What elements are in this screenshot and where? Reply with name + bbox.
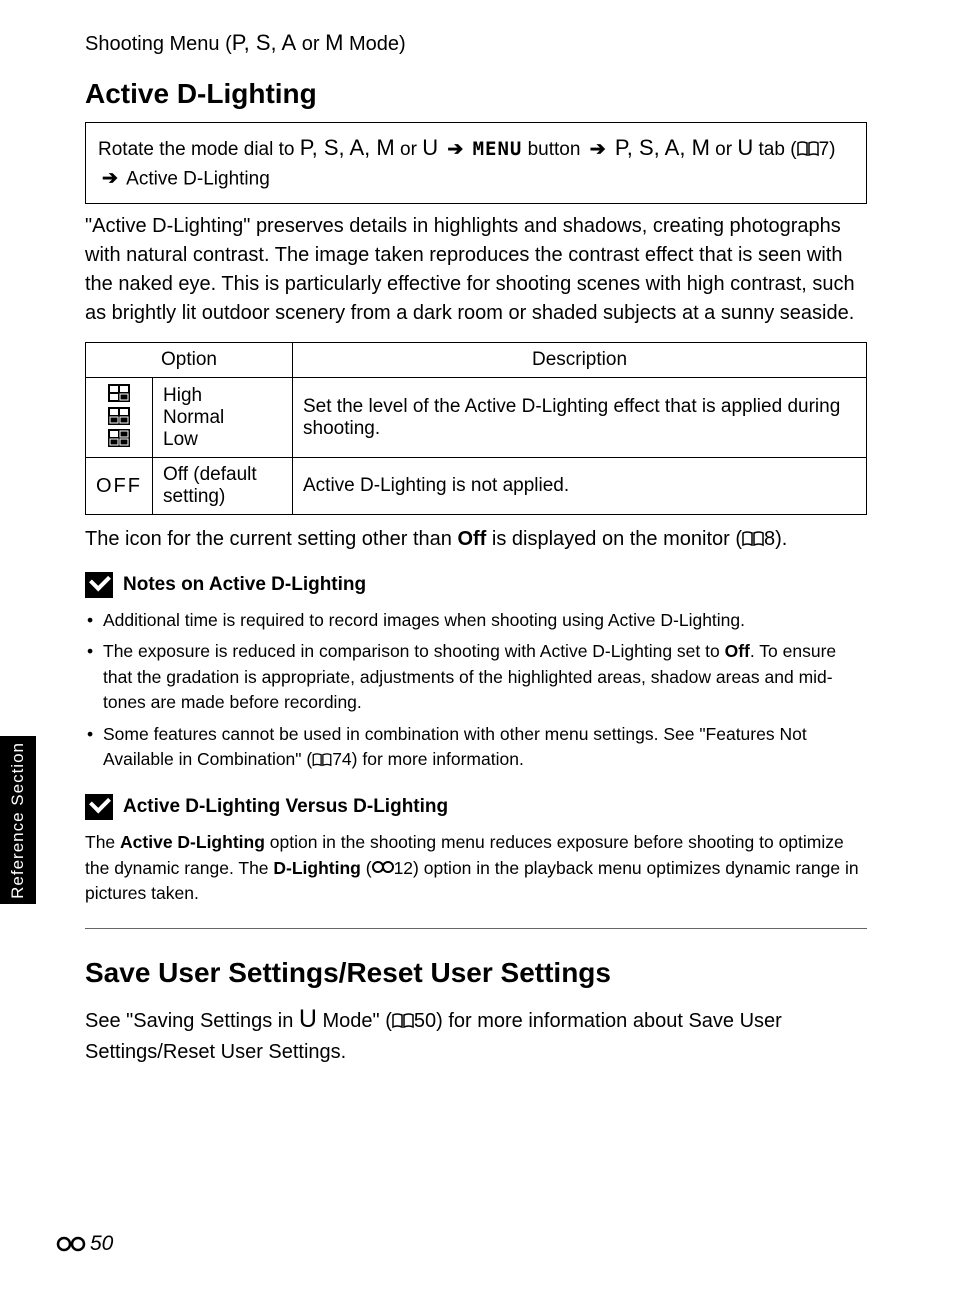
check-icon [85,572,113,598]
check-icon [85,794,113,820]
notes-adl-block: Notes on Active D-Lighting Additional ti… [85,572,867,772]
opt-off: Off (default setting) [153,458,293,515]
arrow-icon: ➔ [590,136,606,165]
notes-versus-title: Active D-Lighting Versus D-Lighting [123,796,448,818]
opt-high: High [163,385,202,406]
adl-low-icon [108,429,130,447]
adl-high-icon: + [108,384,130,402]
book-icon [797,141,819,157]
link-icon [372,860,394,874]
option-levels: High Normal Low [153,378,293,458]
notes-versus-block: Active D-Lighting Versus D-Lighting The … [85,794,867,906]
book-icon [392,1013,414,1029]
list-item: The exposure is reduced in comparison to… [85,639,867,715]
vp-b1: Active D-Lighting [120,832,265,852]
nav-mode-u2: U [737,135,753,160]
vp-b2: D-Lighting [273,858,360,878]
table-row: + High Normal Low Set the level of the A… [86,378,867,458]
nav-path-box: Rotate the mode dial to P, S, A, M or U … [85,122,867,204]
side-tab-label: Reference Section [8,742,28,899]
adl-normal-icon [108,407,130,425]
us-u: U [299,1005,317,1033]
header-mode-m: M [325,30,343,55]
li2-pre: The exposure is reduced in comparison to… [103,641,725,661]
us-t1: See "Saving Settings in [85,1010,299,1032]
user-settings-body: See "Saving Settings in U Mode" (50) for… [85,1001,867,1066]
foot-bold: Off [457,528,486,550]
vp-t1: The [85,832,120,852]
nav-button-word: button [522,139,580,160]
table-head-option: Option [86,343,293,378]
desc-levels: Set the level of the Active D-Lighting e… [293,378,867,458]
notes-adl-title: Notes on Active D-Lighting [123,574,366,596]
link-icon [56,1235,86,1253]
desc-off: Active D-Lighting is not applied. [293,458,867,515]
svg-text:+: + [128,384,130,392]
nav-tab-word: tab ( [753,139,796,160]
table-head-desc: Description [293,343,867,378]
foot-page: 8). [764,528,787,550]
adl-level-icons: + [86,378,153,458]
header-suffix: Mode) [343,33,405,55]
vp-t3: ( [361,858,372,878]
arrow-icon: ➔ [447,136,463,165]
off-icon-label: OFF [86,458,153,515]
section-divider [85,928,867,929]
intro-paragraph: "Active D-Lighting" preserves details in… [85,212,867,328]
nav-line2: Active D-Lighting [122,168,270,189]
li3-page: 74) for more information. [332,749,524,769]
nav-modes1: P, S, A, M [300,135,395,160]
opt-normal: Normal [163,407,224,428]
table-row: OFF Off (default setting) Active D-Light… [86,458,867,515]
page-number-text: 50 [90,1232,113,1256]
options-table: Option Description + High Normal Low Set… [85,342,867,515]
notes-adl-list: Additional time is required to record im… [85,608,867,772]
notes-versus-para: The Active D-Lighting option in the shoo… [85,830,867,906]
us-t2: Mode" ( [317,1010,392,1032]
li2-bold: Off [725,641,750,661]
list-item: Additional time is required to record im… [85,608,867,633]
side-tab-reference: Reference Section [0,736,36,904]
nav-or2: or [710,139,737,160]
foot-pre: The icon for the current setting other t… [85,528,457,550]
menu-keyword: MENU [473,138,523,160]
list-item: Some features cannot be used in combinat… [85,722,867,773]
nav-mode-u: U [422,135,438,160]
running-header: Shooting Menu (P, S, A or M Mode) [85,30,867,56]
nav-or1: or [395,139,422,160]
nav-modes2: P, S, A, M [615,135,710,160]
opt-low: Low [163,429,198,450]
nav-text: Rotate the mode dial to [98,139,300,160]
book-icon [312,753,332,767]
section-title-user-settings: Save User Settings/Reset User Settings [85,957,867,989]
section-title-adl: Active D-Lighting [85,78,867,110]
page-content: Shooting Menu (P, S, A or M Mode) Active… [85,30,867,1081]
nav-page-ref: 7) [819,139,836,160]
icon-display-note: The icon for the current setting other t… [85,525,867,554]
book-icon [742,531,764,547]
header-modes: P, S, A [232,30,296,55]
arrow-icon: ➔ [102,165,118,194]
page-number: 50 [56,1232,113,1256]
header-prefix: Shooting Menu ( [85,33,232,55]
header-or: or [296,33,325,55]
foot-post: is displayed on the monitor ( [486,528,742,550]
